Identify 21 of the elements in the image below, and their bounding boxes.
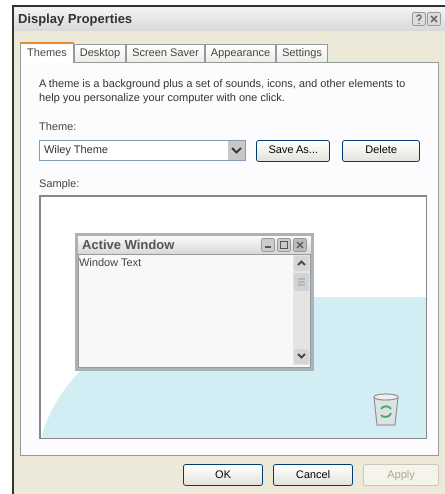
tab[interactable]: Settings	[276, 44, 328, 62]
tab[interactable]: Appearance	[204, 44, 276, 62]
sample-window-title: Active Window	[82, 236, 174, 254]
sample-window-text: Window Text	[79, 256, 142, 271]
tab[interactable]: Screen Saver	[126, 44, 205, 62]
theme-label: Theme:	[39, 120, 76, 135]
window-controls-icon	[261, 238, 307, 252]
delete-button[interactable]: Delete	[342, 140, 420, 162]
ok-button[interactable]: OK	[183, 464, 263, 486]
save-as-button[interactable]: Save As...	[256, 140, 330, 162]
close-icon[interactable]	[427, 12, 441, 26]
chevron-down-icon	[228, 141, 246, 160]
help-icon[interactable]	[412, 12, 426, 26]
theme-description: A theme is a background plus a set of sounds, icons, and other elements to help you personalize your computer with one click.	[39, 77, 406, 105]
window-title: Display Properties	[18, 10, 132, 28]
recycle-bin-icon	[371, 393, 401, 427]
cancel-button[interactable]: Cancel	[273, 464, 353, 486]
tab[interactable]: Themes	[20, 42, 74, 63]
sample-label: Sample:	[39, 176, 80, 192]
theme-dropdown[interactable]: Wiley Theme	[39, 140, 246, 161]
tab[interactable]: Desktop	[74, 44, 126, 62]
